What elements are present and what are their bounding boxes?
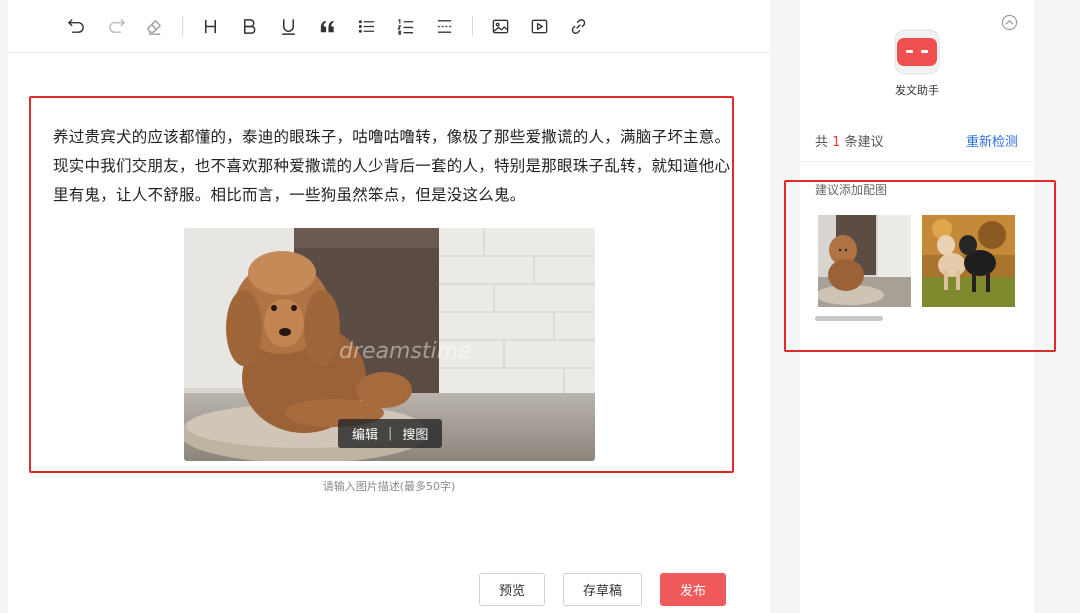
preview-button[interactable]: 预览 — [479, 573, 545, 606]
two-poodles-thumbnail — [922, 215, 1015, 307]
image-watermark: dreamstime — [339, 339, 472, 364]
count-number: 1 — [832, 135, 841, 150]
publish-button[interactable]: 发布 — [660, 573, 726, 606]
heading-icon[interactable] — [197, 13, 223, 39]
bold-icon[interactable] — [236, 13, 262, 39]
image-icon[interactable] — [487, 13, 513, 39]
suggested-image-2[interactable] — [922, 215, 1015, 307]
collapse-icon[interactable] — [1001, 14, 1018, 31]
article-image[interactable]: dreamstime 编辑 | 搜图 — [184, 228, 595, 461]
sidebar-divider — [800, 161, 1034, 162]
poodle-thumbnail — [818, 215, 911, 307]
toolbar-divider — [182, 16, 183, 36]
assistant-name: 发文助手 — [895, 84, 939, 97]
undo-icon[interactable] — [63, 13, 89, 39]
count-prefix: 共 — [815, 135, 829, 150]
edit-image-button[interactable]: 编辑 — [352, 424, 378, 443]
suggestion-count: 共 1 条建议 — [815, 131, 884, 150]
image-caption-input[interactable]: 请输入图片描述(最多50字) — [8, 478, 770, 494]
quote-icon[interactable] — [314, 13, 340, 39]
image-action-bar: 编辑 | 搜图 — [338, 419, 443, 448]
numbered-list-icon[interactable] — [392, 13, 418, 39]
suggested-image-1[interactable] — [818, 215, 911, 307]
recheck-link[interactable]: 重新检测 — [966, 131, 1018, 150]
video-icon[interactable] — [526, 13, 552, 39]
divider-icon[interactable] — [431, 13, 457, 39]
article-body[interactable]: 养过贵宾犬的应该都懂的，泰迪的眼珠子，咕噜咕噜转，像极了那些爱撒谎的人，满脑子坏… — [53, 123, 733, 210]
eraser-icon[interactable] — [141, 13, 167, 39]
assistant-panel: 发文助手 共 1 条建议 重新检测 建议添加配图 — [800, 0, 1034, 613]
link-icon[interactable] — [565, 13, 591, 39]
count-suffix: 条建议 — [844, 135, 884, 150]
editor-toolbar — [8, 0, 770, 53]
search-image-button[interactable]: 搜图 — [402, 424, 428, 443]
suggestion-title: 建议添加配图 — [815, 183, 888, 197]
editor-panel: 养过贵宾犬的应该都懂的，泰迪的眼珠子，咕噜咕噜转，像极了那些爱撒谎的人，满脑子坏… — [8, 0, 770, 613]
suggestion-scrollbar[interactable] — [815, 316, 883, 321]
save-draft-button[interactable]: 存草稿 — [563, 573, 642, 606]
assistant-robot-icon — [894, 29, 940, 75]
action-separator: | — [388, 426, 393, 441]
bullet-list-icon[interactable] — [353, 13, 379, 39]
redo-icon[interactable] — [103, 13, 129, 39]
underline-icon[interactable] — [275, 13, 301, 39]
toolbar-divider — [472, 16, 473, 36]
